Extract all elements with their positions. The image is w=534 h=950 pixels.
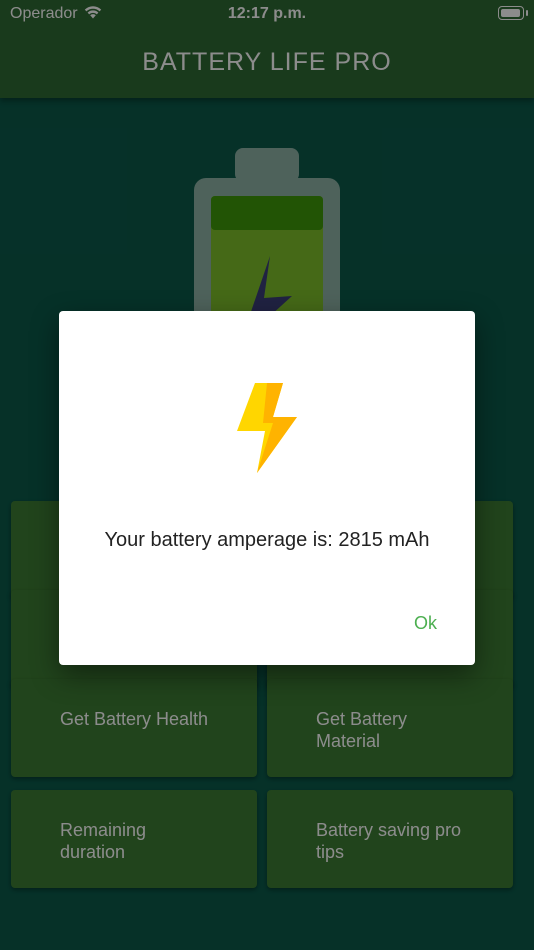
lightning-bolt-icon — [237, 383, 297, 473]
amperage-dialog: Your battery amperage is: 2815 mAh Ok — [59, 311, 475, 665]
ok-button[interactable]: Ok — [414, 613, 437, 634]
dialog-message: Your battery amperage is: 2815 mAh — [104, 529, 430, 551]
